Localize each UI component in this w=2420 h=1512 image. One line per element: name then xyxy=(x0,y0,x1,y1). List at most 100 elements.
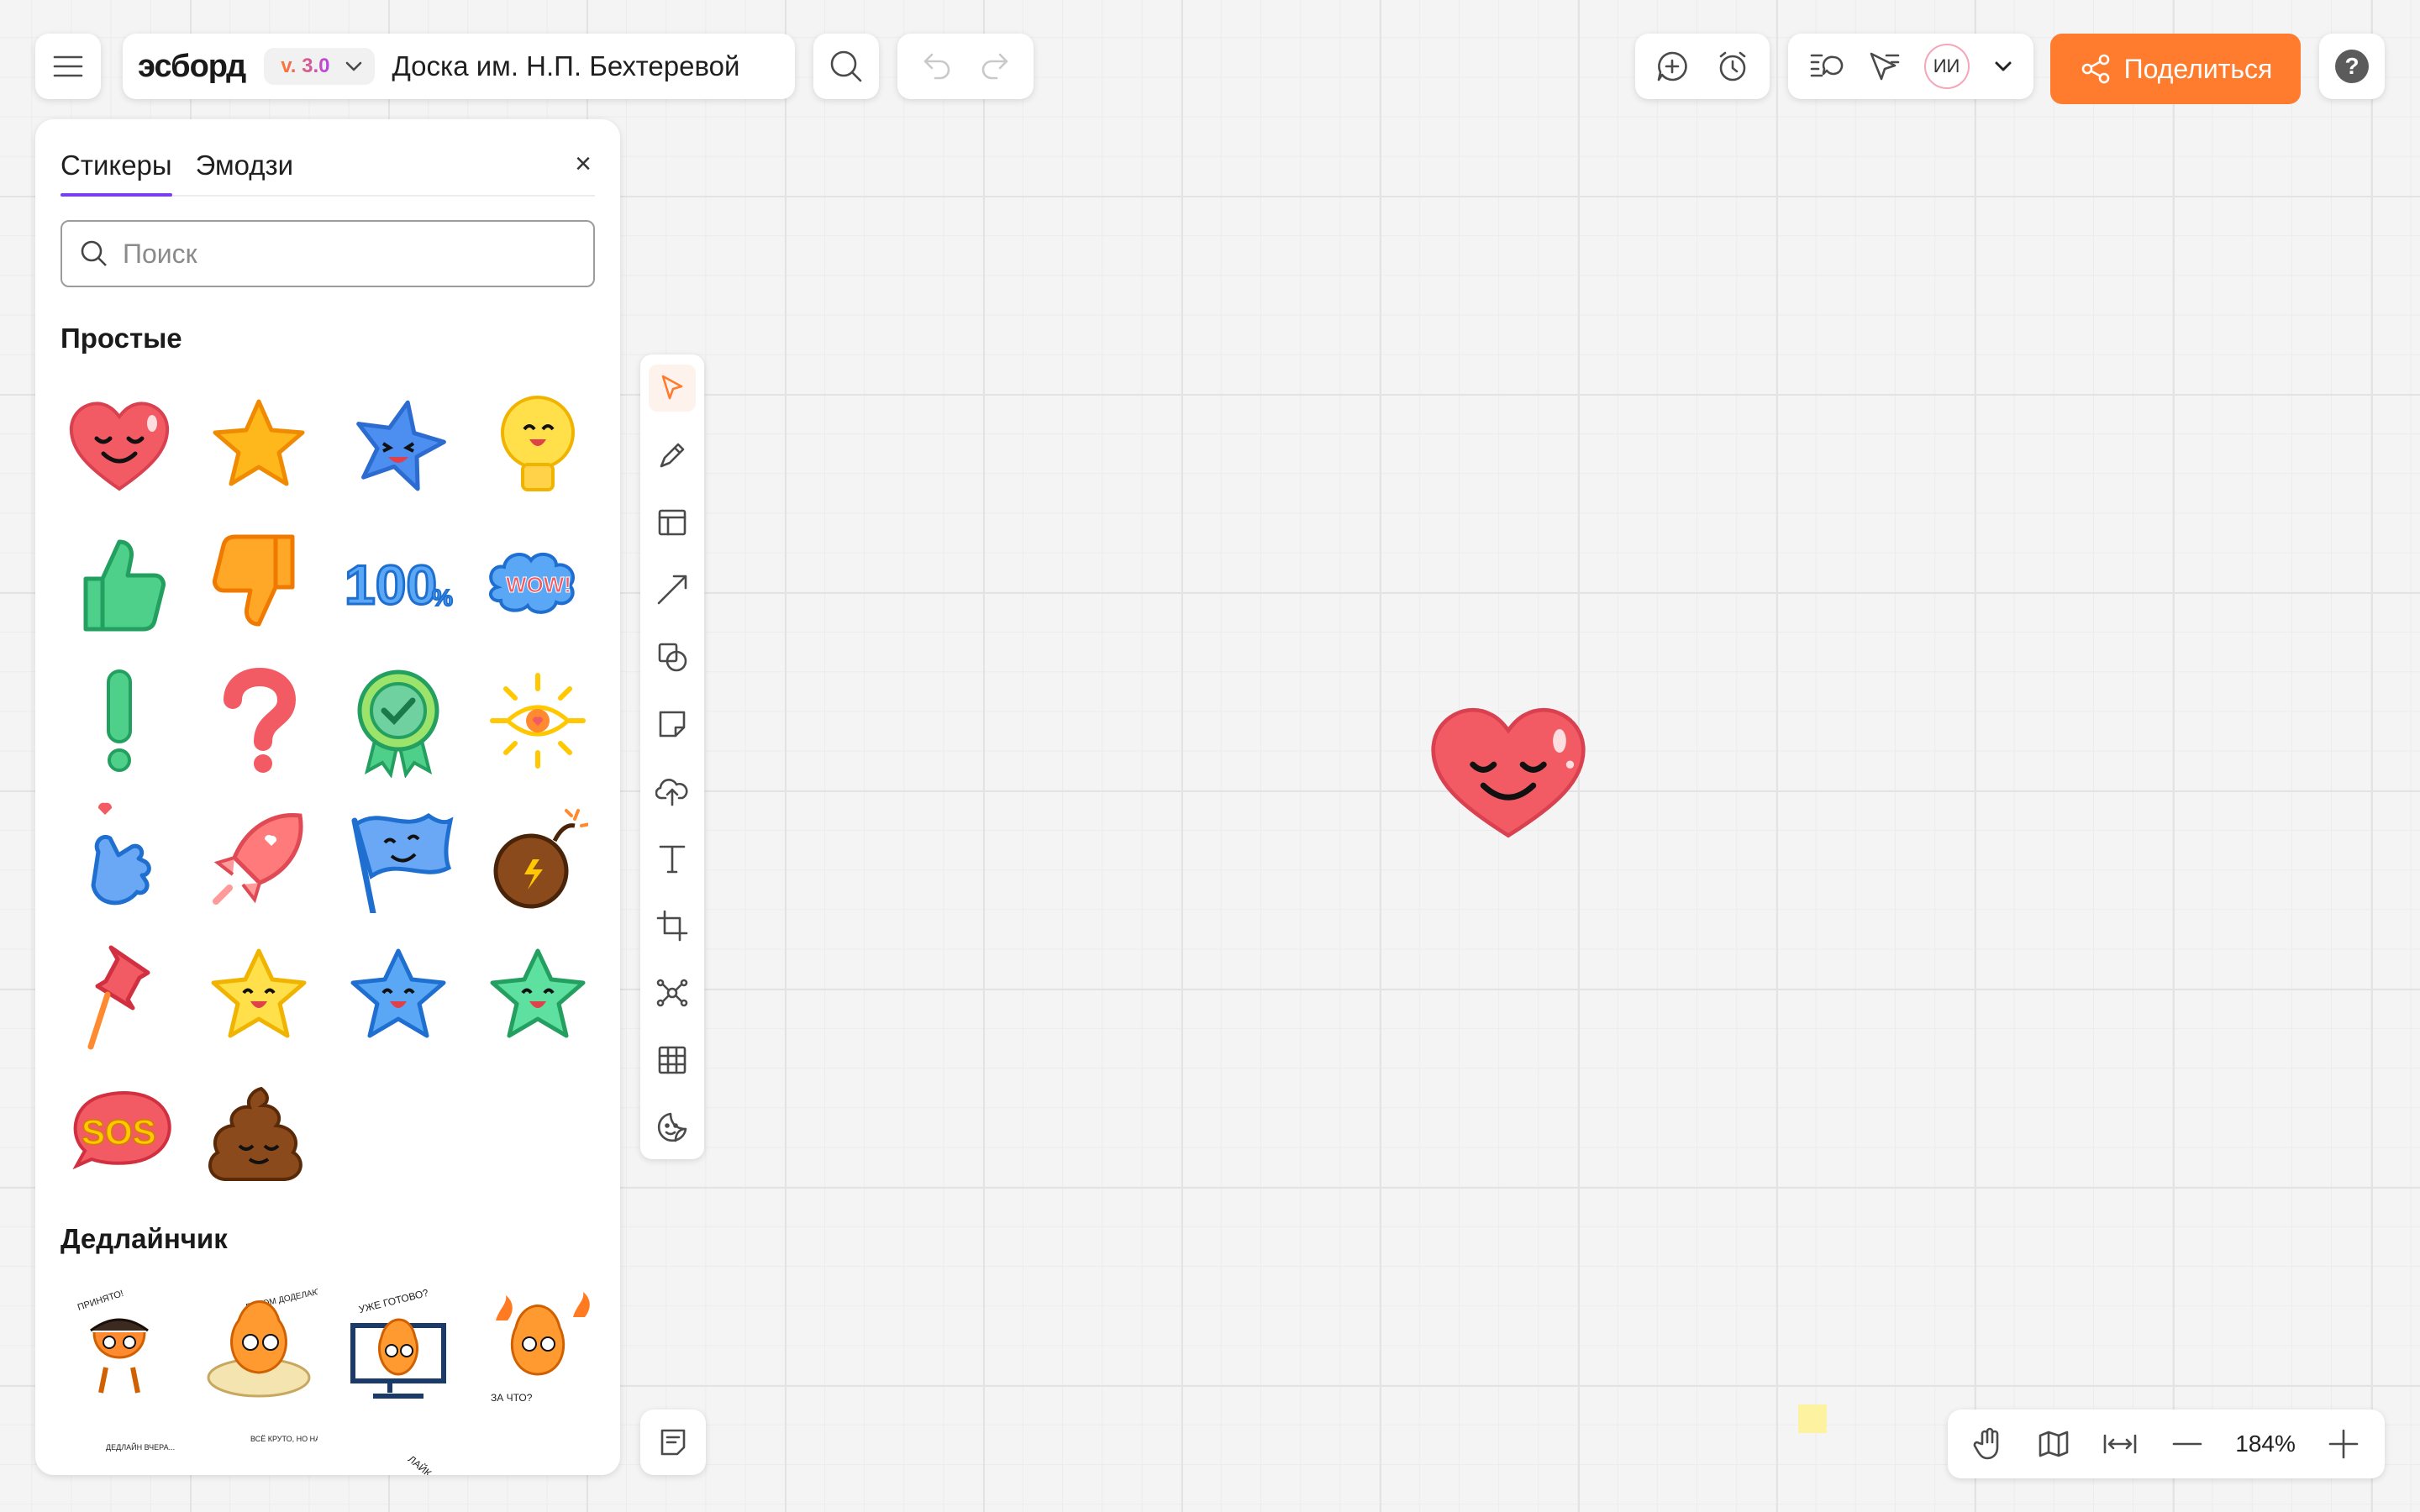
sticker-star[interactable] xyxy=(200,386,318,504)
timer-button[interactable] xyxy=(1716,50,1749,83)
svg-text:ЗА ЧТО?: ЗА ЧТО? xyxy=(491,1392,533,1404)
sticker-bomb[interactable] xyxy=(479,800,597,917)
share-icon xyxy=(2081,54,2109,84)
minimap-button[interactable] xyxy=(2037,1427,2070,1461)
upload-icon xyxy=(655,779,688,806)
sticker-thumbs-down[interactable] xyxy=(200,524,318,642)
tool-select[interactable] xyxy=(649,365,696,412)
tool-shapes[interactable] xyxy=(649,633,696,680)
sticker-deadline-later[interactable]: ПОТОМ ДОДЕЛАЮ xyxy=(200,1287,318,1404)
comments-list-icon xyxy=(1810,54,1843,77)
chevron-down-icon xyxy=(343,55,365,77)
tool-mindmap[interactable] xyxy=(649,969,696,1016)
sticker-deadline-pencil[interactable] xyxy=(479,1425,597,1475)
chevron-down-icon[interactable] xyxy=(1992,55,2014,77)
sticker-check-badge[interactable] xyxy=(339,662,457,780)
sticker-deadline-like[interactable]: ЛАЙК xyxy=(339,1425,457,1475)
panel-tabs: Стикеры Эмодзи xyxy=(60,143,595,197)
sticker-thumbs-up[interactable] xyxy=(60,524,178,642)
sticker-deadline-ready[interactable]: УЖЕ ГОТОВО? xyxy=(339,1287,457,1404)
tool-upload[interactable] xyxy=(649,768,696,815)
tool-sticker[interactable] xyxy=(649,1104,696,1151)
fit-width-button[interactable] xyxy=(2102,1427,2139,1461)
sticker-blue-star-laugh[interactable] xyxy=(339,386,457,504)
share-button[interactable]: Поделиться xyxy=(2050,34,2301,104)
tab-emoji[interactable]: Эмодзи xyxy=(196,143,293,195)
sticker-heart[interactable] xyxy=(60,386,178,504)
comments-button[interactable] xyxy=(1808,49,1844,84)
sticker-sun-eye[interactable] xyxy=(479,662,597,780)
app-logo[interactable]: эсборд xyxy=(138,49,246,85)
redo-button[interactable] xyxy=(978,48,1015,85)
sticker-rocket[interactable] xyxy=(200,800,318,917)
sticker-question[interactable] xyxy=(200,662,318,780)
svg-text:ВСЁ КРУТО, НО НАДО ПЕРЕДЕЛАТЬ: ВСЁ КРУТО, НО НАДО ПЕРЕДЕЛАТЬ xyxy=(250,1435,318,1443)
search-button[interactable] xyxy=(813,34,879,99)
sticker-icon xyxy=(657,1112,687,1142)
sticker-deadline-accepted[interactable]: ПРИНЯТО! xyxy=(60,1287,178,1404)
close-icon[interactable]: × xyxy=(575,148,592,181)
collab-group: ИИ xyxy=(1788,34,2033,99)
hand-icon xyxy=(1973,1427,1998,1460)
hamburger-icon xyxy=(53,55,83,77)
sticker-pushpin[interactable] xyxy=(60,937,178,1055)
tools-toolbar xyxy=(640,354,704,1159)
cursor-off-icon xyxy=(1870,52,1899,81)
sticker-wow[interactable]: WOW! xyxy=(479,524,597,642)
deadline-stickers-grid: ПРИНЯТО! ПОТОМ ДОДЕЛАЮ УЖЕ ГОТОВО? ЗА ЧТ… xyxy=(60,1287,598,1475)
canvas-sticky-note[interactable] xyxy=(1798,1404,1827,1433)
tab-stickers[interactable]: Стикеры xyxy=(60,143,172,197)
tool-table[interactable] xyxy=(649,1037,696,1084)
sticker-deadline-redo[interactable]: ВСЁ КРУТО, НО НАДО ПЕРЕДЕЛАТЬ xyxy=(200,1425,318,1475)
minus-icon xyxy=(2172,1442,2202,1446)
sticker-flag[interactable] xyxy=(339,800,457,917)
alarm-clock-icon xyxy=(1719,51,1746,81)
add-comment-button[interactable] xyxy=(1655,50,1689,83)
tool-text[interactable] xyxy=(649,835,696,882)
sticker-deadline-yesterday[interactable]: ДЕДЛАЙН ВЧЕРА... xyxy=(60,1425,178,1475)
sticker-deadline-why[interactable]: ЗА ЧТО? xyxy=(479,1287,597,1404)
plus-icon xyxy=(2328,1429,2359,1459)
select-icon xyxy=(661,375,683,400)
svg-text:УЖЕ ГОТОВО?: УЖЕ ГОТОВО? xyxy=(357,1287,429,1315)
sticker-blue-star-face[interactable] xyxy=(339,937,457,1055)
svg-text:ПРИНЯТО!: ПРИНЯТО! xyxy=(76,1289,125,1313)
ai-avatar[interactable]: ИИ xyxy=(1923,44,1970,89)
sticker-green-star-face[interactable] xyxy=(479,937,597,1055)
zoom-controls: 184% xyxy=(1948,1410,2385,1478)
sticker-sos[interactable]: SOS xyxy=(60,1075,178,1193)
version-selector[interactable]: v. 3.0 xyxy=(264,48,376,85)
sticker-search-input[interactable] xyxy=(123,238,560,270)
sticker-lightbulb[interactable] xyxy=(479,386,597,504)
share-label: Поделиться xyxy=(2123,53,2273,84)
tool-frame[interactable] xyxy=(649,902,696,949)
menu-button[interactable] xyxy=(35,34,101,99)
canvas-heart-sticker[interactable] xyxy=(1422,699,1595,843)
help-button[interactable]: ? xyxy=(2319,34,2385,99)
shapes-icon xyxy=(658,643,687,672)
add-circle-icon xyxy=(1657,51,1687,81)
board-title-card: эсборд v. 3.0 Доска им. Н.П. Бехтеревой xyxy=(123,34,795,99)
sticker-exclamation[interactable] xyxy=(60,662,178,780)
zoom-out-button[interactable] xyxy=(2170,1427,2204,1461)
notes-button[interactable] xyxy=(640,1410,706,1475)
board-name[interactable]: Доска им. Н.П. Бехтеревой xyxy=(392,50,739,82)
notes-list-icon xyxy=(660,1429,686,1456)
sticker-100-percent[interactable]: 100% xyxy=(339,524,457,642)
tool-sticky-note[interactable] xyxy=(649,701,696,748)
hand-tool-button[interactable] xyxy=(1972,1427,2006,1461)
zoom-in-button[interactable] xyxy=(2327,1427,2360,1461)
tool-line[interactable] xyxy=(649,566,696,613)
cursors-button[interactable] xyxy=(1866,49,1902,84)
search-box[interactable] xyxy=(60,220,595,287)
sticker-finger-heart[interactable] xyxy=(60,800,178,917)
tool-template[interactable] xyxy=(649,499,696,546)
simple-stickers-grid: 100% WOW! SOS xyxy=(60,386,598,1193)
text-icon xyxy=(659,845,686,874)
zoom-level[interactable]: 184% xyxy=(2235,1431,2296,1457)
undo-button[interactable] xyxy=(917,48,954,85)
sticker-poop[interactable] xyxy=(200,1075,318,1193)
sticker-yellow-star-face[interactable] xyxy=(200,937,318,1055)
tool-pen[interactable] xyxy=(649,432,696,479)
map-icon xyxy=(2039,1431,2069,1457)
